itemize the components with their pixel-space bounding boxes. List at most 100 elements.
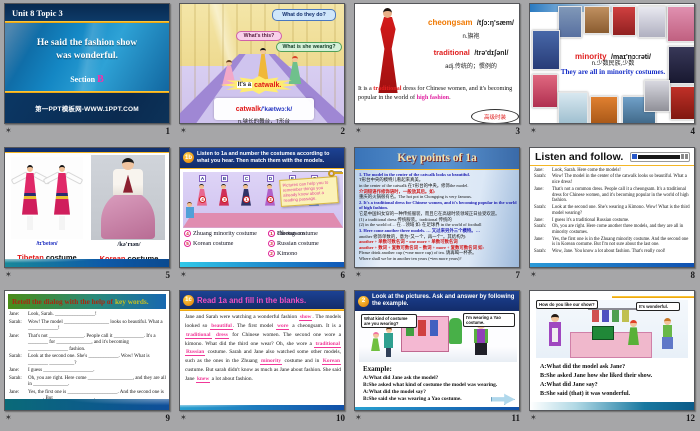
- stage-label-A: A: [199, 174, 206, 182]
- transition-star-icon[interactable]: ✶: [180, 270, 187, 279]
- answer-number-circle: 4: [184, 229, 191, 237]
- task-badge: 1b: [183, 152, 194, 164]
- slide-thumbnail-4[interactable]: minority /maɪ'nɔ:rəti/ n.少数民族,少数 They ar…: [529, 3, 695, 124]
- korean-costume-photo: [91, 154, 165, 240]
- speaker-label: Sarah:: [534, 224, 546, 230]
- dialog-block: Jane: Look, Sarah. Here come the models!…: [534, 168, 691, 256]
- speech-text: Wow, Jane. You know a lot about fashion.…: [552, 249, 666, 255]
- slide-number: 7: [515, 269, 521, 280]
- transition-star-icon[interactable]: ✶: [5, 127, 12, 135]
- slide-thumbnail-10[interactable]: 1c Read 1a and fill in the blanks. Jane …: [179, 290, 345, 412]
- vocab-line: cheongsam /tʃɔ:ŋ'sæm/: [423, 12, 519, 30]
- photo-thumbnail: [668, 46, 694, 84]
- photo-thumbnail: [644, 80, 670, 112]
- transition-star-icon[interactable]: ✶: [5, 270, 12, 279]
- transition-star-icon[interactable]: ✶: [530, 270, 537, 279]
- head-shape: [372, 332, 379, 339]
- head-shape: [260, 48, 266, 54]
- head-shape: [630, 320, 637, 328]
- head-shape: [221, 183, 226, 189]
- qa-line: B:She asked Jane how she liked their sho…: [540, 373, 653, 380]
- audio-player[interactable]: [630, 151, 690, 162]
- unit-label: Unit 8 Topic 3: [12, 7, 63, 18]
- gold-divider: [530, 164, 694, 167]
- dialog-line: Sarah: Oh, you are right. Here come ____…: [9, 376, 166, 389]
- speech-bubble-left: How do you like our show?: [536, 300, 598, 310]
- slide-thumbnail-1[interactable]: Unit 8 Topic 3 He said the fashion show …: [4, 3, 170, 124]
- paragraph-segment: knew: [195, 375, 211, 383]
- definition: adj.朝鲜人的；韩国人的: [89, 267, 169, 268]
- answer-circle: 2: [267, 195, 274, 203]
- slide-number: 4: [690, 126, 696, 136]
- transition-star-icon[interactable]: ✶: [5, 414, 12, 422]
- vocab-definition: n.旗袍: [462, 34, 480, 40]
- slide-thumbnail-5[interactable]: /tɪ'betən/ Tibetan costume adj.西藏人的；西藏语的…: [4, 146, 170, 268]
- slide-footer-6: ✶ 6: [179, 268, 346, 281]
- slide-cell-7: Key points of 1a 1. The model in the cen…: [350, 144, 525, 288]
- blue-footer-strip: [355, 407, 519, 411]
- transition-star-icon[interactable]: ✶: [530, 127, 537, 135]
- answer-number-circle: 2: [268, 249, 275, 257]
- slide-title: Key points of 1a: [397, 152, 477, 165]
- transition-star-icon[interactable]: ✶: [530, 414, 537, 422]
- model-figure: [548, 314, 562, 354]
- slide-cell-1: Unit 8 Topic 3 He said the fashion show …: [0, 0, 175, 144]
- transition-star-icon[interactable]: ✶: [355, 414, 362, 422]
- slide-footer-3: ✶ 3: [354, 124, 521, 137]
- speech-bubble-left: What kind of costume are you wearing?: [361, 314, 417, 329]
- speaker-label: Sarah:: [534, 249, 546, 255]
- paragraph-segment: show: [298, 314, 313, 322]
- speaker-label: Jane:: [534, 236, 544, 242]
- cloze-paragraph: Jane and Sarah were watching a wonderful…: [185, 313, 341, 383]
- head-shape: [122, 157, 134, 170]
- slide-thumbnail-8[interactable]: Listen and follow. Jane: Look, Sarah. He…: [529, 146, 695, 268]
- garment-shape: [592, 326, 614, 341]
- slide-thumbnail-2[interactable]: What do they do? What's this? What is sh…: [179, 3, 345, 124]
- slide-thumbnail-7[interactable]: Key points of 1a 1. The model in the cen…: [354, 146, 520, 268]
- costume-label: Russian costume: [277, 239, 319, 247]
- audio-knob[interactable]: [681, 154, 684, 160]
- slide-thumbnail-3[interactable]: cheongsam /tʃɔ:ŋ'sæm/ n.旗袍 traditional /…: [354, 3, 520, 124]
- transition-star-icon[interactable]: ✶: [180, 414, 187, 422]
- speech-bubble-top: What do they do?: [272, 9, 336, 21]
- model-figure-B: 3: [219, 183, 229, 212]
- slide-cell-3: cheongsam /tʃɔ:ŋ'sæm/ n.旗袍 traditional /…: [350, 0, 525, 144]
- slide-thumbnail-12[interactable]: How do you like our show? It's wonderful…: [529, 290, 695, 412]
- gold-divider: [355, 168, 519, 171]
- gold-divider: [5, 151, 169, 154]
- transition-star-icon[interactable]: ✶: [180, 127, 187, 135]
- transition-star-icon[interactable]: ✶: [355, 270, 362, 279]
- speech-text: Look, Sarah. Here come the models!: [552, 167, 621, 173]
- slide-cell-8: Listen and follow. Jane: Look, Sarah. He…: [525, 144, 700, 288]
- slide-thumbnail-9[interactable]: Retell the dialog with the help of key w…: [4, 290, 170, 412]
- slide-number: 2: [340, 126, 346, 136]
- key-points-body: 1. The model in the center of the catwal…: [359, 172, 517, 262]
- section-label: Section B: [5, 74, 169, 85]
- slide-thumbnail-11[interactable]: 2 Look at the pictures. Ask and answer b…: [354, 290, 520, 412]
- dress-shape: [371, 338, 380, 352]
- slide-footer-10: ✶ 10: [179, 411, 346, 424]
- photo-thumbnail: [532, 74, 558, 108]
- vocab-word: catwalk: [235, 106, 262, 113]
- task-heading: Read 1a and fill in the blanks.: [197, 295, 307, 305]
- key-point-line: 2. It's a traditional dress for Chinese …: [359, 199, 517, 211]
- photo-thumbnail: [584, 6, 610, 34]
- audio-knob[interactable]: [685, 154, 688, 160]
- speech-text-with-blanks: Oh, you are right. Here come ___________…: [28, 375, 166, 388]
- vocab-line: traditional /trə'dɪʃənl/: [423, 42, 519, 60]
- speech-text: That's not a common dress. People call i…: [552, 186, 689, 204]
- task-header: 1c Read 1a and fill in the blanks.: [180, 291, 344, 310]
- audio-track[interactable]: [638, 154, 680, 159]
- transition-star-icon[interactable]: ✶: [355, 127, 362, 135]
- green-coat-shape: [449, 318, 462, 345]
- speaker-label: Sarah:: [534, 174, 546, 180]
- speaker-label: Sarah:: [9, 375, 22, 381]
- paragraph-segment: wore: [276, 323, 290, 331]
- speaker-label: Jane:: [9, 312, 20, 318]
- slide-thumbnail-6[interactable]: 1b Listen to 1a and number the costumes …: [179, 146, 345, 268]
- play-button-icon[interactable]: [632, 154, 637, 160]
- slide-title: Retell the dialog with the help of: [12, 297, 113, 307]
- stage-label-B: B: [221, 174, 228, 182]
- slide-number: 5: [165, 269, 171, 280]
- vocab-word: traditional: [433, 48, 470, 57]
